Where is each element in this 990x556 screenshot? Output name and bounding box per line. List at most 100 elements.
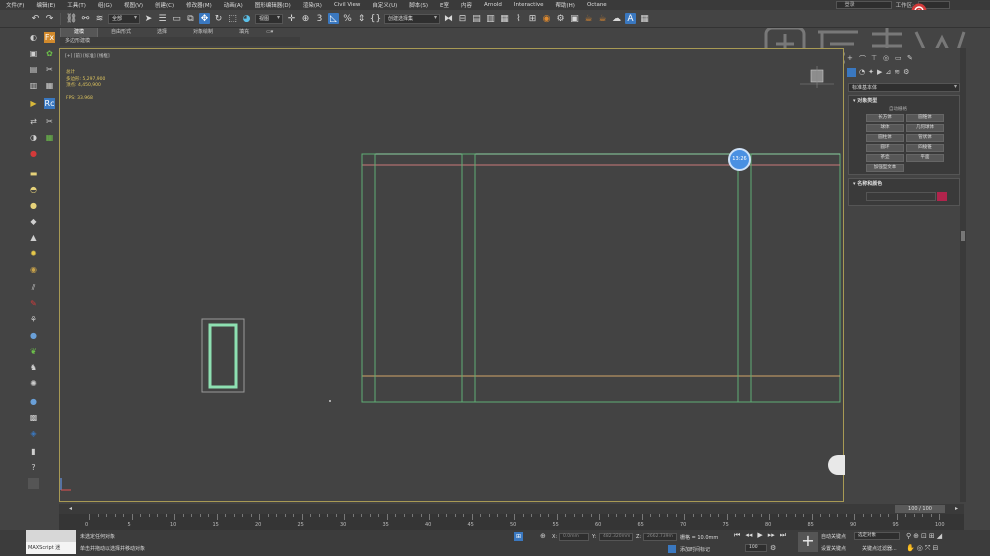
place-icon[interactable]: ◕ bbox=[241, 13, 252, 24]
unlink-icon[interactable]: ⚯ bbox=[80, 13, 91, 24]
object-type-header[interactable]: ▾ 对象类型 bbox=[853, 97, 877, 104]
a360-icon[interactable]: A bbox=[625, 13, 636, 24]
ribbon-toggle-icon[interactable]: ▦ bbox=[499, 13, 510, 24]
tab-freeform[interactable]: 自由形式 bbox=[98, 28, 144, 37]
select-object-icon[interactable]: ➤ bbox=[143, 13, 154, 24]
set-key-button[interactable]: 设置关键点 bbox=[821, 545, 846, 552]
spinner-snap-icon[interactable]: ⇕ bbox=[356, 13, 367, 24]
frame-indicator[interactable]: 100 / 100 bbox=[895, 505, 945, 513]
small-frame-object[interactable] bbox=[208, 323, 238, 389]
tube-button[interactable]: 管状体 bbox=[906, 134, 944, 142]
undo-icon[interactable]: ↶ bbox=[30, 13, 41, 24]
fov-icon[interactable]: ◢ bbox=[937, 532, 942, 540]
lt-icon-30[interactable]: ● bbox=[28, 396, 39, 407]
menu-file[interactable]: 文件(F) bbox=[0, 1, 30, 9]
time-badge[interactable]: 13:26 bbox=[728, 148, 751, 171]
selection-filter-dropdown[interactable]: 全部 bbox=[108, 13, 140, 24]
layer-explorer-icon[interactable]: ▥ bbox=[485, 13, 496, 24]
lt-icon-28[interactable]: ♞ bbox=[28, 362, 39, 373]
rendered-frame-icon[interactable]: ▣ bbox=[569, 13, 580, 24]
track-bar[interactable]: 0 5 10 15 20 25 30 35 40 45 50 55 60 65 70 75 80 85 90 95 10… bbox=[59, 514, 964, 530]
lt-icon-29[interactable]: ✺ bbox=[28, 378, 39, 389]
hierarchy-tab-icon[interactable]: ⊤ bbox=[871, 54, 877, 62]
menu-group[interactable]: 组(G) bbox=[92, 1, 118, 9]
spacewarps-icon[interactable]: ≋ bbox=[894, 68, 900, 77]
lt-icon-26[interactable]: ● bbox=[28, 330, 39, 341]
lt-icon-17[interactable]: ◓ bbox=[28, 184, 39, 195]
sphere-button[interactable]: 球体 bbox=[866, 124, 904, 132]
x-field[interactable]: 0.0mm bbox=[559, 533, 589, 541]
lt-icon-8[interactable]: ▦ bbox=[44, 80, 55, 91]
align-icon[interactable]: ⊟ bbox=[457, 13, 468, 24]
tab-selection[interactable]: 选择 bbox=[144, 28, 180, 37]
primitives-dropdown[interactable]: 标准基本体 bbox=[848, 83, 960, 92]
lt-icon-27[interactable]: ❦ bbox=[28, 346, 39, 357]
panel-scrollbar[interactable] bbox=[960, 48, 966, 502]
lt-icon-23[interactable]: ⫽ bbox=[28, 282, 39, 293]
percent-snap-icon[interactable]: % bbox=[342, 13, 353, 24]
motion-tab-icon[interactable]: ◎ bbox=[883, 54, 889, 62]
lt-icon-5[interactable]: ▤ bbox=[28, 64, 39, 75]
menu-rendering[interactable]: 渲染(R) bbox=[297, 1, 328, 9]
previous-frame-icon[interactable]: ◂◂ bbox=[745, 531, 752, 540]
auto-key-button[interactable]: 自动关键点 bbox=[821, 533, 846, 540]
menu-modifiers[interactable]: 修改器(M) bbox=[180, 1, 218, 9]
key-filters-button[interactable]: 关键点过滤器... bbox=[862, 545, 897, 552]
menu-graph-editors[interactable]: 图形编辑器(D) bbox=[249, 1, 297, 9]
lights-icon[interactable]: ✦ bbox=[868, 68, 874, 77]
torus-button[interactable]: 圆环 bbox=[866, 144, 904, 152]
cabinet-outline[interactable] bbox=[361, 153, 841, 403]
render-cloud-icon[interactable]: ☁ bbox=[611, 13, 622, 24]
cameras-icon[interactable]: ▶ bbox=[877, 68, 882, 77]
link-icon[interactable]: ⛓ bbox=[66, 13, 77, 24]
lt-icon-19[interactable]: ◆ bbox=[28, 216, 39, 227]
current-frame-field[interactable]: 100 bbox=[745, 544, 767, 552]
render-setup-icon[interactable]: ⚙ bbox=[555, 13, 566, 24]
polygon-modeling-label[interactable]: 多边形建模 bbox=[60, 37, 300, 46]
menu-content[interactable]: 内容 bbox=[455, 1, 478, 9]
display-tab-icon[interactable]: ▭ bbox=[895, 54, 902, 62]
menu-civil-view[interactable]: Civil View bbox=[328, 2, 366, 8]
lt-icon-rc[interactable]: Rc bbox=[44, 98, 55, 109]
lt-icon-6[interactable]: ✂ bbox=[44, 64, 55, 75]
lt-icon-14[interactable]: ▦ bbox=[44, 132, 55, 143]
lt-icon-21[interactable]: ✹ bbox=[28, 248, 39, 259]
lt-icon-7[interactable]: ▥ bbox=[28, 80, 39, 91]
lt-icon-4[interactable]: ✿ bbox=[44, 48, 55, 59]
menu-tools[interactable]: 工具(T) bbox=[61, 1, 92, 9]
maximize-viewport-icon[interactable]: ⊟ bbox=[932, 544, 938, 553]
name-color-header[interactable]: ▾ 名称和颜色 bbox=[853, 180, 882, 187]
add-time-tag[interactable]: 添加时间标记 bbox=[680, 546, 710, 553]
lt-icon-24[interactable]: ✎ bbox=[28, 298, 39, 309]
maxscript-listener-top[interactable] bbox=[26, 530, 76, 542]
material-editor-icon[interactable]: ◉ bbox=[541, 13, 552, 24]
menu-scripting[interactable]: 脚本(S) bbox=[403, 1, 434, 9]
render-production-icon[interactable]: ☕ bbox=[597, 13, 608, 24]
named-selection-dropdown[interactable]: 创建选择集 bbox=[384, 13, 440, 24]
lt-icon-12[interactable]: ✂ bbox=[44, 116, 55, 127]
menu-e-room[interactable]: E室 bbox=[434, 1, 455, 9]
lt-icon-33[interactable]: ▮ bbox=[28, 446, 39, 457]
select-scale-icon[interactable]: ⬚ bbox=[227, 13, 238, 24]
panel-scroll-thumb[interactable] bbox=[961, 231, 965, 241]
lt-icon-13[interactable]: ◑ bbox=[28, 132, 39, 143]
viewcube[interactable] bbox=[800, 66, 834, 88]
lt-icon-32[interactable]: ◈ bbox=[28, 428, 39, 439]
time-slider-right-arrow[interactable]: ▸ bbox=[955, 505, 958, 512]
time-slider-left-arrow[interactable]: ◂ bbox=[69, 505, 72, 512]
tab-populate[interactable]: 填充 bbox=[226, 28, 262, 37]
menu-arnold[interactable]: Arnold bbox=[478, 2, 508, 8]
textplus-button[interactable]: 加强型文本 bbox=[866, 164, 904, 172]
selected-object-dropdown[interactable]: 选定对象 bbox=[854, 532, 900, 540]
walk-icon[interactable]: ⤧ bbox=[925, 544, 931, 553]
helpers-icon[interactable]: ⊿ bbox=[885, 68, 891, 77]
maxscript-listener[interactable]: MAXScript 迷 bbox=[26, 542, 76, 554]
object-color-swatch[interactable] bbox=[937, 192, 947, 201]
curve-editor-icon[interactable]: ⌇ bbox=[513, 13, 524, 24]
box-button[interactable]: 长方体 bbox=[866, 114, 904, 122]
lt-icon-31[interactable]: ▩ bbox=[28, 412, 39, 423]
menu-animation[interactable]: 动画(A) bbox=[218, 1, 249, 9]
select-by-name-icon[interactable]: ☰ bbox=[157, 13, 168, 24]
bind-space-warp-icon[interactable]: ≋ bbox=[94, 13, 105, 24]
lt-icon-35[interactable] bbox=[28, 478, 39, 489]
